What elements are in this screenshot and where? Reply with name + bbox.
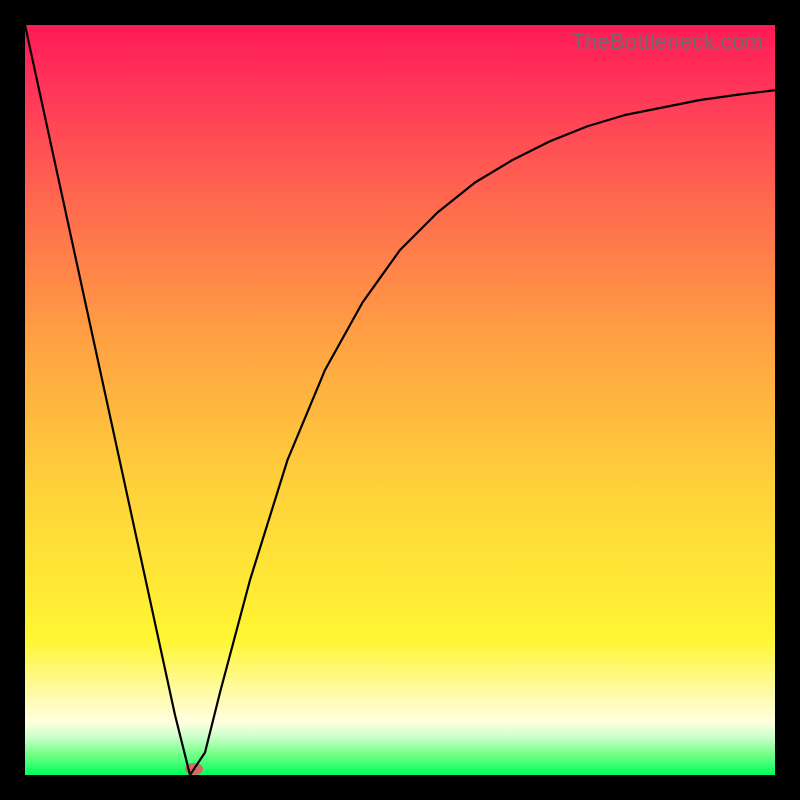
watermark-text: TheBottleneck.com: [571, 29, 763, 55]
chart-plot-area: TheBottleneck.com: [25, 25, 775, 775]
bottleneck-curve: [25, 25, 775, 775]
